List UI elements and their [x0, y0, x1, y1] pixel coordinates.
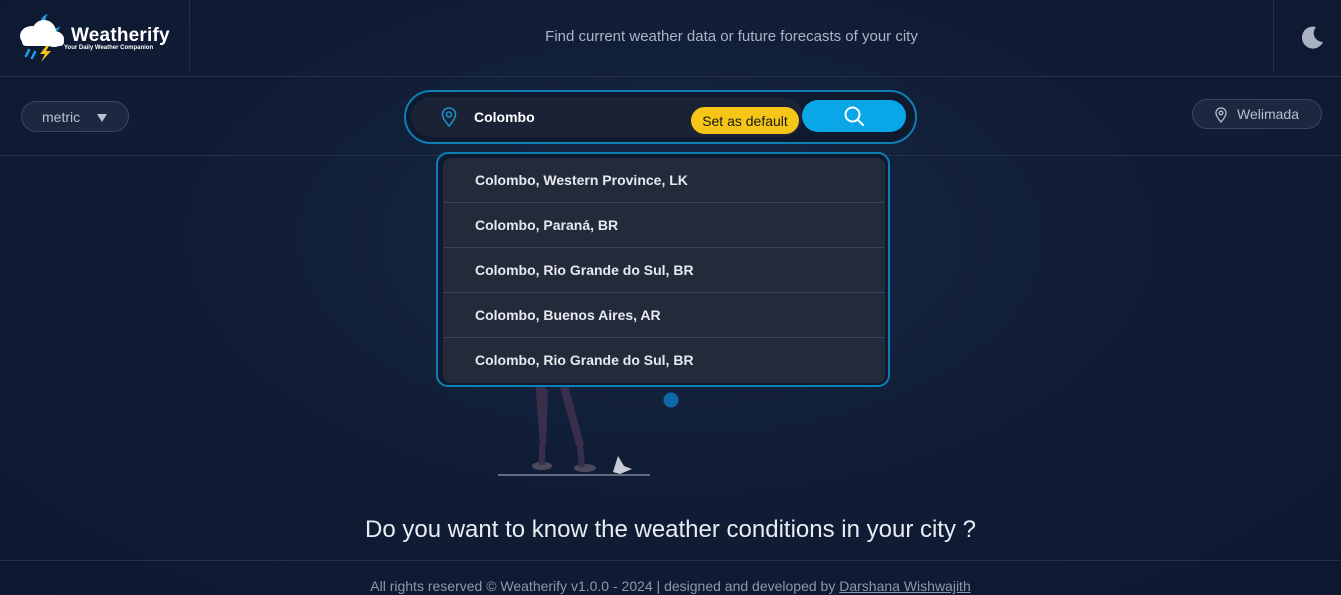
footer-text: All rights reserved © Weatherify v1.0.0 …: [370, 578, 836, 594]
units-select-value: metric: [42, 109, 81, 125]
suggestions-list: Colombo, Western Province, LK Colombo, P…: [443, 158, 885, 383]
author-link[interactable]: Darshana Wishwajith: [839, 578, 971, 594]
main-question: Do you want to know the weather conditio…: [365, 516, 976, 543]
search-icon: [844, 106, 864, 126]
set-default-button[interactable]: Set as default: [691, 107, 799, 134]
current-location-button[interactable]: Welimada: [1192, 99, 1322, 129]
weather-logo-icon: [20, 14, 64, 62]
units-select[interactable]: metric: [21, 101, 129, 132]
suggestion-item[interactable]: Colombo, Buenos Aires, AR: [443, 293, 885, 338]
suggestion-item[interactable]: Colombo, Western Province, LK: [443, 158, 885, 203]
search-bar: Set as default: [404, 90, 917, 144]
footer-divider: [0, 560, 1341, 561]
brand-name: Weatherify: [71, 25, 170, 46]
city-suggestions-dropdown: Colombo, Western Province, LK Colombo, P…: [436, 152, 890, 387]
location-pin-icon: [1215, 107, 1227, 123]
city-search-input[interactable]: [474, 106, 674, 128]
suggestion-item[interactable]: Colombo, Paraná, BR: [443, 203, 885, 248]
search-field-wrap: Set as default: [411, 97, 803, 137]
search-toolbar: metric Set as default Welimada: [0, 77, 1341, 156]
app-header: Weatherify Your Daily Weather Companion …: [0, 0, 1341, 77]
theme-toggle-button[interactable]: [1273, 0, 1341, 72]
brand-logo[interactable]: Weatherify Your Daily Weather Companion: [0, 0, 190, 72]
caret-down-icon: [97, 114, 107, 122]
location-pin-icon: [441, 107, 457, 128]
brand-tagline: Your Daily Weather Companion: [64, 45, 154, 51]
footer: All rights reserved © Weatherify v1.0.0 …: [0, 578, 1341, 594]
moon-icon: [1301, 26, 1323, 49]
header-subtitle: Find current weather data or future fore…: [545, 28, 918, 45]
search-button[interactable]: [802, 100, 906, 132]
suggestion-item[interactable]: Colombo, Rio Grande do Sul, BR: [443, 338, 885, 383]
suggestion-item[interactable]: Colombo, Rio Grande do Sul, BR: [443, 248, 885, 293]
current-location-label: Welimada: [1237, 106, 1299, 122]
